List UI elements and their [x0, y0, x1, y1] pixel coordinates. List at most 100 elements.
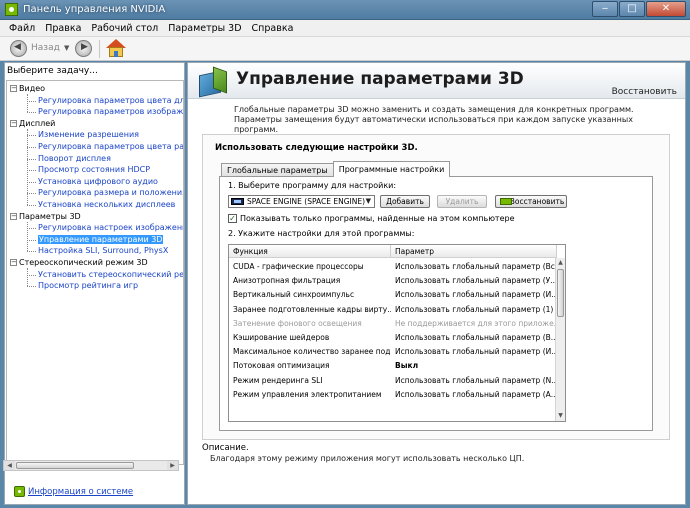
setting-cell[interactable]: Выкл — [395, 359, 555, 373]
tree-item[interactable]: Регулировка параметров цвета рабочего ст… — [38, 141, 183, 152]
remove-program-button[interactable]: Удалить — [437, 195, 487, 208]
tree-connector — [27, 251, 36, 253]
tree-item[interactable]: Установить стереоскопический режим 3D — [38, 269, 184, 280]
close-button[interactable]: ✕ — [646, 1, 686, 17]
setting-cell[interactable]: Использовать глобальный параметр (1) — [395, 303, 555, 317]
tree-horizontal-scrollbar[interactable]: ◀ ▶ — [3, 460, 179, 471]
scroll-down-icon[interactable]: ▼ — [556, 411, 565, 421]
tree-item[interactable]: Регулировка настроек изображения с просм… — [38, 222, 183, 233]
setting-cell[interactable]: Использовать глобальный параметр (В... — [395, 331, 555, 345]
setting-cell[interactable]: Не поддерживается для этого приложе... — [395, 317, 555, 331]
menu-file[interactable]: Файл — [4, 23, 40, 34]
tree-item-label: Регулировка параметров цвета для видео — [38, 95, 183, 105]
program-select-value: SPACE ENGINE (SPACE ENGINE) — [247, 197, 366, 206]
tree-connector — [27, 135, 36, 137]
setting-cell[interactable]: Использовать глобальный параметр (И... — [395, 345, 555, 359]
column-header-feature[interactable]: Функция — [229, 245, 391, 258]
scroll-right-icon[interactable]: ▶ — [167, 461, 178, 470]
table-row[interactable]: Заранее подготовленные кадры вирту... Исп… — [229, 303, 557, 317]
collapse-icon[interactable]: − — [10, 259, 17, 266]
collapse-icon[interactable]: − — [10, 119, 17, 127]
task-panel-header: Выберите задачу... — [7, 66, 98, 76]
table-row[interactable]: Режим управления электропитанием Использо… — [229, 388, 557, 402]
column-header-setting[interactable]: Параметр — [391, 245, 557, 258]
tree-category[interactable]: Параметры 3D — [19, 211, 81, 222]
home-icon[interactable] — [106, 39, 126, 58]
tree-item[interactable]: Регулировка параметров изображения для в… — [38, 106, 183, 117]
collapse-icon[interactable]: − — [10, 85, 17, 92]
tree-item[interactable]: Управление параметрами 3D — [38, 234, 164, 245]
back-arrow-icon[interactable] — [10, 40, 27, 57]
maximize-button[interactable]: □ — [619, 1, 645, 17]
chevron-down-icon[interactable]: ▼ — [366, 196, 371, 207]
tree-category[interactable]: Видео — [19, 83, 45, 94]
show-found-programs-label: Показывать только программы, найденные н… — [240, 214, 515, 223]
system-info-link[interactable]: Информация о системе — [28, 487, 133, 497]
feature-cell: Потоковая оптимизация — [233, 361, 330, 371]
setting-cell[interactable]: Использовать глобальный параметр (А... — [395, 388, 555, 402]
tree-item-label: Просмотр состояния HDCP — [38, 165, 151, 175]
scroll-left-icon[interactable]: ◀ — [4, 461, 15, 470]
forward-arrow-icon[interactable] — [75, 40, 92, 57]
setting-cell[interactable]: Использовать глобальный параметр (У... — [395, 274, 555, 288]
settings-section: Использовать следующие настройки 3D. Гло… — [202, 134, 670, 440]
tree-connector — [27, 170, 36, 172]
back-button-label[interactable]: Назад — [31, 43, 60, 53]
tree-item[interactable]: Регулировка размера и положения рабочего… — [38, 187, 183, 198]
table-row[interactable]: Режим рендеринга SLI Использовать глобаль… — [229, 374, 557, 388]
tab-global-settings[interactable]: Глобальные параметры — [221, 163, 334, 177]
tree-item-label: Установка нескольких дисплеев — [38, 200, 176, 209]
tree-connector — [27, 147, 36, 148]
tree-item-label: Регулировка настроек изображения с просм… — [38, 223, 183, 233]
tree-connector — [27, 94, 28, 113]
restore-program-button[interactable]: Восстановить — [495, 195, 567, 208]
menu-3d-settings[interactable]: Параметры 3D — [163, 23, 246, 34]
tree-item-label: Стереоскопический режим 3D — [19, 258, 148, 267]
menu-desktop[interactable]: Рабочий стол — [86, 23, 163, 34]
table-row[interactable]: Анизотропная фильтрация Использовать глоб… — [229, 274, 557, 288]
setting-cell[interactable]: Использовать глобальный параметр (Все) — [395, 260, 555, 274]
table-row[interactable]: Затенение фонового освещения Не поддержив… — [229, 317, 557, 331]
tree-item[interactable]: Настройка SLI, Surround, PhysX — [38, 245, 168, 256]
program-select[interactable]: SPACE ENGINE (SPACE ENGINE) ▼ — [228, 195, 375, 208]
tree-item-label: Изменение разрешения — [38, 130, 139, 140]
tree-item[interactable]: Регулировка параметров цвета для видео — [38, 95, 183, 106]
nvidia-restore-icon — [500, 198, 512, 205]
scroll-thumb[interactable] — [16, 462, 134, 469]
table-scroll-thumb[interactable] — [557, 269, 564, 317]
restore-defaults-link[interactable]: Восстановить — [612, 87, 677, 97]
history-dropdown-icon[interactable]: ▼ — [64, 44, 69, 52]
show-found-programs-checkbox[interactable]: ✓ — [228, 214, 237, 223]
table-row[interactable]: Максимальное количество заранее под... Ис… — [229, 345, 557, 359]
description-heading: Описание. — [202, 443, 249, 453]
system-info-icon[interactable] — [14, 486, 25, 497]
tree-connector — [27, 100, 36, 102]
3d-settings-icon — [199, 66, 229, 98]
setting-cell[interactable]: Использовать глобальный параметр (И... — [395, 288, 555, 302]
tab-program-settings[interactable]: Программные настройки — [332, 161, 451, 177]
scroll-up-icon[interactable]: ▲ — [556, 258, 565, 268]
setting-cell[interactable]: Использовать глобальный параметр (N... — [395, 374, 555, 388]
tree-item[interactable]: Просмотр рейтинга игр — [38, 280, 138, 291]
tree-item-label: Дисплей — [19, 118, 56, 128]
tree-item[interactable]: Просмотр состояния HDCP — [38, 164, 150, 175]
menu-help[interactable]: Справка — [247, 23, 299, 34]
add-program-button[interactable]: Добавить — [380, 195, 430, 208]
page-banner: Управление параметрами 3D Восстановить — [188, 63, 685, 99]
minimize-button[interactable]: ‒ — [592, 1, 618, 17]
menu-edit[interactable]: Правка — [40, 23, 86, 34]
tree-item[interactable]: Установка нескольких дисплеев — [38, 199, 175, 210]
tree-item[interactable]: Установка цифрового аудио — [38, 176, 158, 187]
tree-item[interactable]: Поворот дисплея — [38, 153, 111, 164]
tree-item-label: Установить стереоскопический режим 3D — [38, 269, 184, 279]
table-row[interactable]: Потоковая оптимизация Выкл — [229, 359, 557, 373]
tree-category[interactable]: Стереоскопический режим 3D — [19, 257, 148, 268]
collapse-icon[interactable]: − — [10, 212, 17, 220]
tree-connector — [27, 112, 36, 114]
feature-cell: Режим рендеринга SLI — [233, 375, 323, 385]
table-row[interactable]: CUDA - графические процессоры Использоват… — [229, 260, 557, 274]
table-row[interactable]: Кэширование шейдеров Использовать глобаль… — [229, 331, 557, 345]
tree-item[interactable]: Изменение разрешения — [38, 129, 139, 140]
table-row[interactable]: Вертикальный синхроимпульс Использовать г… — [229, 288, 557, 302]
tree-category[interactable]: Дисплей — [19, 118, 55, 129]
